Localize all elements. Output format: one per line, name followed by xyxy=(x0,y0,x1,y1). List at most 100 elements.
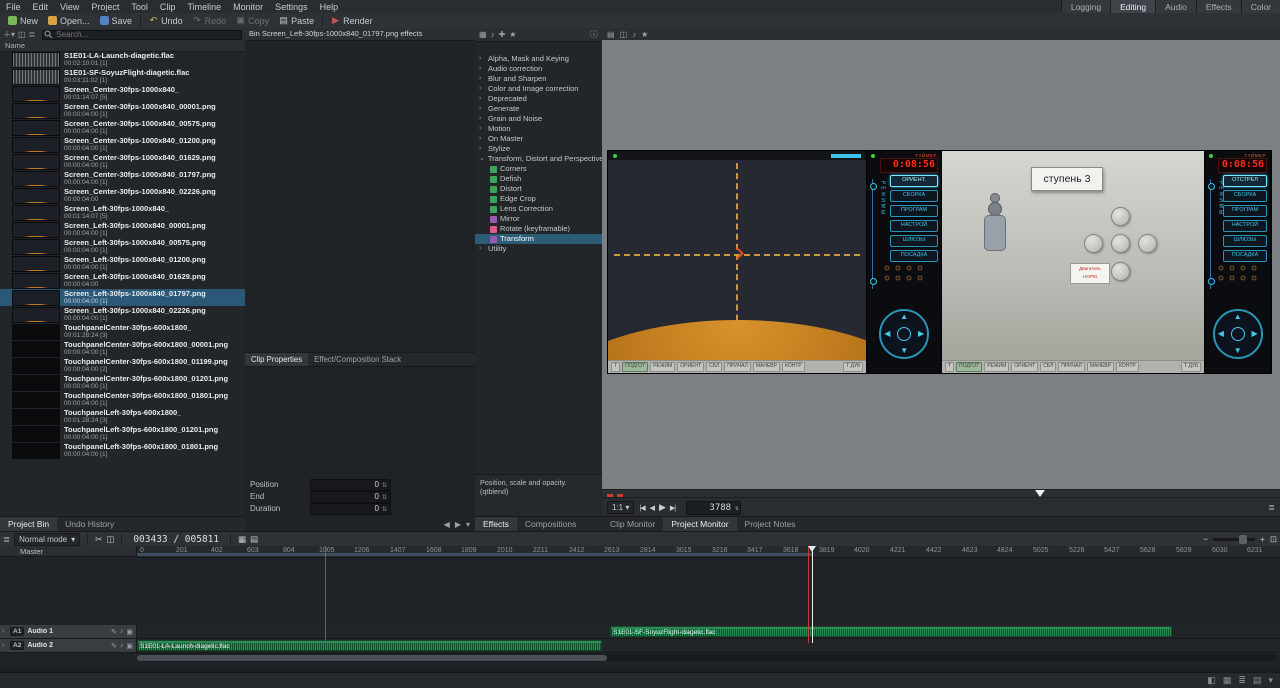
effect-category[interactable]: ›Utility xyxy=(475,244,602,254)
tab-project-monitor[interactable]: Project Monitor xyxy=(663,517,736,531)
track-lane-A2[interactable]: S1E01-LA-Launch-diagetic.flac xyxy=(137,639,1280,652)
effect-item[interactable]: Defish xyxy=(475,174,602,184)
tab-project-bin[interactable]: Project Bin xyxy=(0,517,57,531)
tab-effect-composition-stack[interactable]: Effect/Composition Stack xyxy=(308,353,407,366)
frame-back-icon[interactable]: ◀ xyxy=(650,504,654,512)
monitor-menu-icon[interactable]: ≣ xyxy=(1268,503,1275,512)
scrollbar-handle[interactable] xyxy=(137,655,607,661)
copy-button[interactable]: ▣Copy xyxy=(231,14,274,27)
effect-item[interactable]: Edge Crop xyxy=(475,194,602,204)
paste-button[interactable]: ▤Paste xyxy=(274,14,319,27)
subtitle-icon[interactable]: ▤ xyxy=(250,534,258,545)
tab-undo-history[interactable]: Undo History xyxy=(57,517,122,531)
workspace-color[interactable]: Color xyxy=(1241,0,1280,13)
mixer-icon[interactable]: ▦ xyxy=(238,534,246,545)
render-button[interactable]: ▶Render xyxy=(326,14,378,27)
menu-monitor[interactable]: Monitor xyxy=(227,2,269,12)
next-keyframe-icon[interactable]: ▶ xyxy=(455,520,461,529)
menu-clip[interactable]: Clip xyxy=(154,2,182,12)
track-edit-icon[interactable]: ✎ xyxy=(111,642,117,650)
workspace-audio[interactable]: Audio xyxy=(1155,0,1196,13)
master-track-button[interactable]: Master xyxy=(0,546,137,557)
track-edit-icon[interactable]: ✎ xyxy=(111,628,117,636)
effect-item[interactable]: Rotate (keyframable) xyxy=(475,224,602,234)
status-panel-icon[interactable]: ▤ xyxy=(1253,675,1262,686)
effect-category[interactable]: ›Stylize xyxy=(475,144,602,154)
collapse-icon[interactable]: › xyxy=(2,642,8,649)
effect-category[interactable]: ⌄Transform, Distort and Perspective xyxy=(475,154,602,164)
status-mixer-icon[interactable]: ▦ xyxy=(1223,675,1232,686)
bin-item[interactable]: Screen_Left-30fps-1000x840_00001.png 00:… xyxy=(0,221,245,238)
spacer-tool-icon[interactable]: ◫ xyxy=(106,534,114,545)
monitor-split-icon[interactable]: ◫ xyxy=(620,30,628,39)
track-mute-icon[interactable]: ♪ xyxy=(120,628,124,636)
bin-item[interactable]: Screen_Center-30fps-1000x840_00575.png 0… xyxy=(0,119,245,136)
save-button[interactable]: Save xyxy=(95,14,138,27)
status-list-icon[interactable]: ≣ xyxy=(1238,675,1246,686)
bin-item[interactable]: Screen_Left-30fps-1000x840_02226.png 00:… xyxy=(0,306,245,323)
monitor-audio-icon[interactable]: ♪ xyxy=(632,30,636,39)
menu-timeline[interactable]: Timeline xyxy=(181,2,227,12)
timeline-menu-icon[interactable]: ≣ xyxy=(3,534,10,545)
chevron-down-icon[interactable]: ▾ xyxy=(466,520,470,529)
menu-tool[interactable]: Tool xyxy=(125,2,154,12)
zoom-out-icon[interactable]: − xyxy=(1203,534,1208,544)
track-lock-icon[interactable]: ▣ xyxy=(126,642,133,650)
tab-clip-monitor[interactable]: Clip Monitor xyxy=(602,517,663,531)
custom-effects-filter-icon[interactable]: ✚ xyxy=(499,30,506,39)
bin-item[interactable]: TouchpanelCenter-30fps-600x1800_00001.pn… xyxy=(0,340,245,357)
track-header-A1[interactable]: › A1 Audio 1 ✎ ♪ ▣ xyxy=(0,625,137,638)
create-folder-icon[interactable]: ◫ xyxy=(18,30,26,39)
open-button[interactable]: Open... xyxy=(43,14,95,27)
video-effects-filter-icon[interactable]: ▦ xyxy=(479,30,487,39)
effect-category[interactable]: ›Generate xyxy=(475,104,602,114)
menu-project[interactable]: Project xyxy=(85,2,125,12)
effect-category[interactable]: ›Motion xyxy=(475,124,602,134)
play-icon[interactable]: ▶ xyxy=(659,502,665,513)
bin-item[interactable]: S1E01-LA-Launch-diagetic.flac 00:02:10:0… xyxy=(0,51,245,68)
monitor-playhead-marker[interactable] xyxy=(1035,490,1045,497)
bin-item[interactable]: TouchpanelCenter-30fps-600x1800_ 00:01:2… xyxy=(0,323,245,340)
track-mute-icon[interactable]: ♪ xyxy=(120,642,124,650)
bin-item[interactable]: Screen_Center-30fps-1000x840_ 00:01:14:0… xyxy=(0,85,245,102)
tab-compositions[interactable]: Compositions xyxy=(517,517,585,531)
tab-project-notes[interactable]: Project Notes xyxy=(737,517,804,531)
redo-button[interactable]: ↷Redo xyxy=(188,14,232,27)
bin-item[interactable]: Screen_Center-30fps-1000x840_01797.png 0… xyxy=(0,170,245,187)
menu-help[interactable]: Help xyxy=(314,2,345,12)
search-input[interactable] xyxy=(42,30,242,40)
workspace-editing[interactable]: Editing xyxy=(1110,0,1155,13)
effect-item[interactable]: Mirror xyxy=(475,214,602,224)
menu-settings[interactable]: Settings xyxy=(269,2,314,12)
go-start-icon[interactable]: |◀ xyxy=(639,504,644,512)
bin-item[interactable]: Screen_Left-30fps-1000x840_01200.png 00:… xyxy=(0,255,245,272)
undo-button[interactable]: ↶Undo xyxy=(144,14,188,27)
bin-item[interactable]: Screen_Left-30fps-1000x840_ 00:01:14:07 … xyxy=(0,204,245,221)
timeline-clip-audio[interactable]: S1E01-LA-Launch-diagetic.flac xyxy=(137,640,602,651)
duration-input[interactable]: 0⇅ xyxy=(310,503,391,515)
view-mode-icon[interactable]: ≣ xyxy=(29,30,36,39)
effect-category[interactable]: ›Blur and Sharpen xyxy=(475,74,602,84)
zoom-fit-icon[interactable]: ⊡ xyxy=(1270,534,1277,545)
bin-item[interactable]: TouchpanelCenter-30fps-600x1800_01801.pn… xyxy=(0,391,245,408)
effect-item[interactable]: Lens Correction xyxy=(475,204,602,214)
bin-item[interactable]: Screen_Center-30fps-1000x840_02226.png 0… xyxy=(0,187,245,204)
razor-tool-icon[interactable]: ✂ xyxy=(95,534,102,545)
bin-item[interactable]: Screen_Center-30fps-1000x840_01629.png 0… xyxy=(0,153,245,170)
add-clip-icon[interactable]: ＋▾ xyxy=(3,29,15,40)
workspace-effects[interactable]: Effects xyxy=(1196,0,1241,13)
tab-effects[interactable]: Effects xyxy=(475,517,517,531)
monitor-position-input[interactable]: 3788⇅ xyxy=(686,501,741,515)
zoom-in-icon[interactable]: + xyxy=(1260,534,1265,544)
status-grid-icon[interactable]: ◧ xyxy=(1207,675,1216,686)
position-input[interactable]: 0⇅ xyxy=(310,479,391,491)
bin-item[interactable]: Screen_Center-30fps-1000x840_01200.png 0… xyxy=(0,136,245,153)
effect-category[interactable]: ›Grain and Noise xyxy=(475,114,602,124)
timeline-clip-audio[interactable]: S1E01-SF-SoyuzFlight-diagetic.flac xyxy=(610,626,1172,637)
end-input[interactable]: 0⇅ xyxy=(310,491,391,503)
project-monitor-video[interactable]: ТПОДГОТРЕЖИМОРИЕНТСБЛПРИЧАЛМАНЕВРКОНТРТ … xyxy=(607,150,1272,374)
tab-clip-properties[interactable]: Clip Properties xyxy=(245,353,308,366)
bin-item[interactable]: Screen_Center-30fps-1000x840_00001.png 0… xyxy=(0,102,245,119)
audio-effects-filter-icon[interactable]: ♪ xyxy=(491,30,495,39)
bin-item[interactable]: Screen_Left-30fps-1000x840_01629.png 00:… xyxy=(0,272,245,289)
